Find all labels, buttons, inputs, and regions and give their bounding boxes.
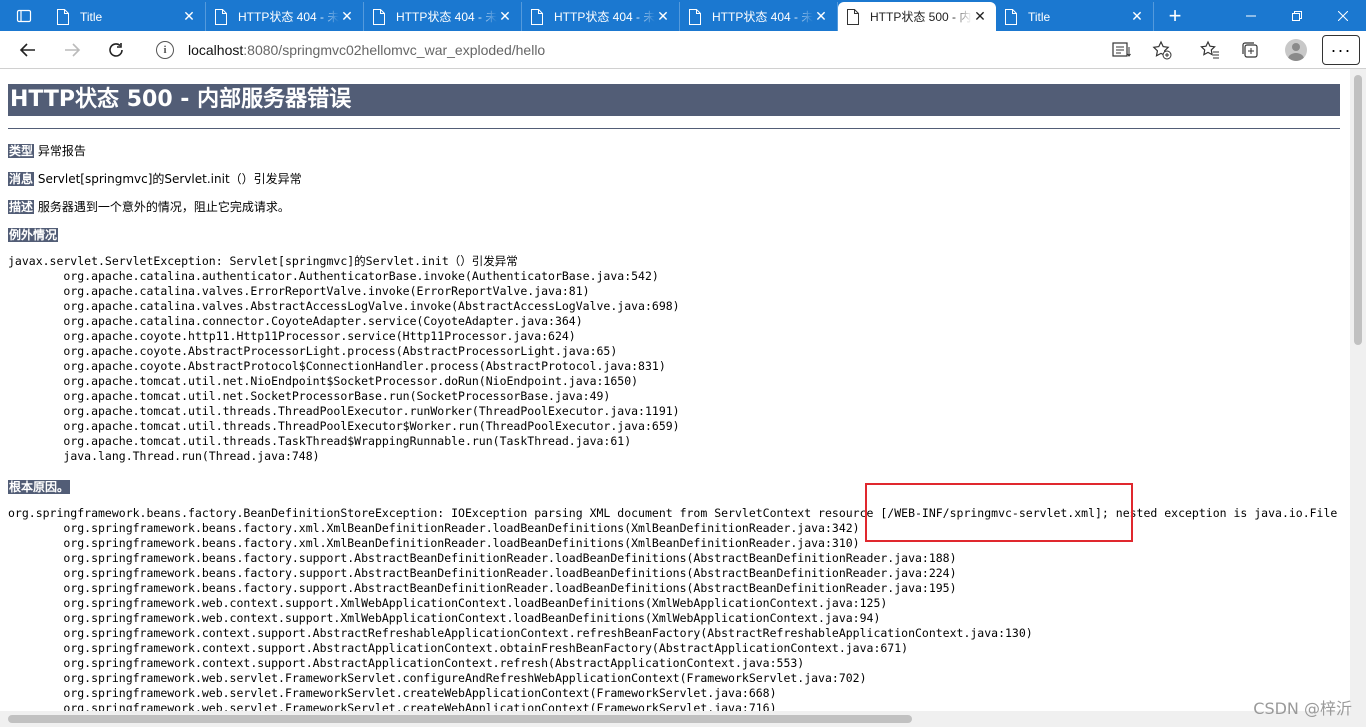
tab-title: HTTP状态 404 - 未 xyxy=(712,10,813,24)
close-window-button[interactable] xyxy=(1320,0,1366,31)
vertical-scrollbar[interactable] xyxy=(1350,69,1366,711)
description-label: 描述 xyxy=(8,200,35,214)
new-tab-button[interactable]: + xyxy=(1154,0,1196,31)
url-host: localhost xyxy=(188,42,244,58)
site-info-icon[interactable]: i xyxy=(156,41,174,59)
star-add-icon xyxy=(1152,40,1172,60)
url-path: :8080/springmvc02hellomvc_war_exploded/h… xyxy=(243,42,546,58)
highlight-box xyxy=(865,483,1133,542)
restore-icon xyxy=(1292,10,1302,21)
page-icon xyxy=(215,8,227,25)
add-favorite-button[interactable] xyxy=(1142,31,1182,69)
page-icon xyxy=(689,8,701,25)
vertical-scroll-thumb[interactable] xyxy=(1354,75,1362,345)
close-tab-icon[interactable]: ✕ xyxy=(972,8,988,25)
browser-tab[interactable]: HTTP状态 404 - 未 ✕ xyxy=(522,2,680,31)
type-row: 类型 异常报告 xyxy=(8,142,86,159)
browser-tab[interactable]: Title ✕ xyxy=(48,2,206,31)
horizontal-scrollbar[interactable] xyxy=(0,711,1366,727)
window-controls xyxy=(1228,0,1366,31)
tab-actions-button[interactable] xyxy=(0,0,48,31)
close-tab-icon[interactable]: ✕ xyxy=(181,8,197,25)
restore-button[interactable] xyxy=(1274,0,1320,31)
page-content: HTTP状态 500 - 内部服务器错误 类型 异常报告 消息 Servlet[… xyxy=(0,69,1350,711)
more-icon: ··· xyxy=(1330,39,1352,60)
toolbar-right: ··· xyxy=(1102,31,1366,69)
settings-more-button[interactable]: ··· xyxy=(1322,35,1360,65)
page-icon xyxy=(847,8,859,25)
page-title: HTTP状态 500 - 内部服务器错误 xyxy=(8,84,1340,116)
tab-title: HTTP状态 404 - 未 xyxy=(238,10,339,24)
root-cause-stack-trace: org.springframework.beans.factory.BeanDe… xyxy=(8,506,1338,711)
forward-arrow-icon xyxy=(65,42,81,57)
page-icon xyxy=(373,8,385,25)
browser-tab[interactable]: HTTP状态 404 - 未 ✕ xyxy=(680,2,838,31)
refresh-button[interactable] xyxy=(94,31,138,69)
message-row: 消息 Servlet[springmvc]的Servlet.init（）引发异常 xyxy=(8,170,302,187)
browser-tab[interactable]: Title ✕ xyxy=(996,2,1154,31)
page-icon xyxy=(57,8,69,25)
close-icon xyxy=(1338,10,1348,21)
tab-title: HTTP状态 404 - 未 xyxy=(396,10,497,24)
profile-button[interactable] xyxy=(1276,31,1316,69)
minimize-button[interactable] xyxy=(1228,0,1274,31)
description-value: 服务器遇到一个意外的情况，阻止它完成请求。 xyxy=(34,200,290,214)
close-tab-icon[interactable]: ✕ xyxy=(813,8,829,25)
tab-title: HTTP状态 404 - 未 xyxy=(554,10,655,24)
back-arrow-icon xyxy=(19,42,35,57)
collections-icon xyxy=(1242,42,1258,58)
tab-title: Title xyxy=(80,9,103,24)
page-icon xyxy=(1005,8,1017,25)
tab-title: HTTP状态 500 - 内 xyxy=(870,10,972,24)
page-icon xyxy=(531,8,543,25)
browser-tab[interactable]: HTTP状态 500 - 内 ✕ xyxy=(838,2,996,31)
refresh-icon xyxy=(109,42,123,57)
close-tab-icon[interactable]: ✕ xyxy=(655,8,671,25)
tab-actions-icon xyxy=(16,9,32,22)
message-value: Servlet[springmvc]的Servlet.init（）引发异常 xyxy=(34,172,302,186)
favorites-icon xyxy=(1200,40,1219,59)
browser-tab[interactable]: HTTP状态 404 - 未 ✕ xyxy=(364,2,522,31)
divider xyxy=(8,128,1340,129)
tab-title: Title xyxy=(1028,9,1051,24)
root-cause-heading: 根本原因。 xyxy=(8,478,71,495)
minimize-icon xyxy=(1246,15,1256,16)
tab-strip: Title ✕ HTTP状态 404 - 未 ✕ HTTP状态 404 - 未 ✕ HTTP… xyxy=(0,0,1366,31)
message-label: 消息 xyxy=(8,172,35,186)
reader-icon xyxy=(1112,42,1131,57)
close-tab-icon[interactable]: ✕ xyxy=(1129,8,1145,25)
back-button[interactable] xyxy=(6,31,50,69)
description-row: 描述 服务器遇到一个意外的情况，阻止它完成请求。 xyxy=(8,198,290,215)
close-tab-icon[interactable]: ✕ xyxy=(339,8,355,25)
avatar xyxy=(1285,39,1307,61)
exception-stack-trace: javax.servlet.ServletException: Servlet[… xyxy=(8,254,680,463)
browser-tab[interactable]: HTTP状态 404 - 未 ✕ xyxy=(206,2,364,31)
type-label: 类型 xyxy=(8,144,35,158)
plus-icon: + xyxy=(1168,2,1182,28)
type-value: 异常报告 xyxy=(34,144,86,158)
root-cause-label: 根本原因。 xyxy=(8,480,71,494)
horizontal-scroll-thumb[interactable] xyxy=(8,715,912,723)
browser-toolbar: i localhost:8080/springmvc02hellomvc_war… xyxy=(0,31,1366,69)
favorites-button[interactable] xyxy=(1190,31,1230,69)
forward-button[interactable] xyxy=(50,31,94,69)
close-tab-icon[interactable]: ✕ xyxy=(497,8,513,25)
watermark: CSDN @梓沂 xyxy=(1253,699,1352,718)
address-bar[interactable]: i localhost:8080/springmvc02hellomvc_war… xyxy=(146,34,1094,66)
immersive-reader-button[interactable] xyxy=(1102,31,1142,69)
exception-heading: 例外情况 xyxy=(8,226,59,243)
collections-button[interactable] xyxy=(1230,31,1270,69)
exception-label: 例外情况 xyxy=(8,228,59,242)
